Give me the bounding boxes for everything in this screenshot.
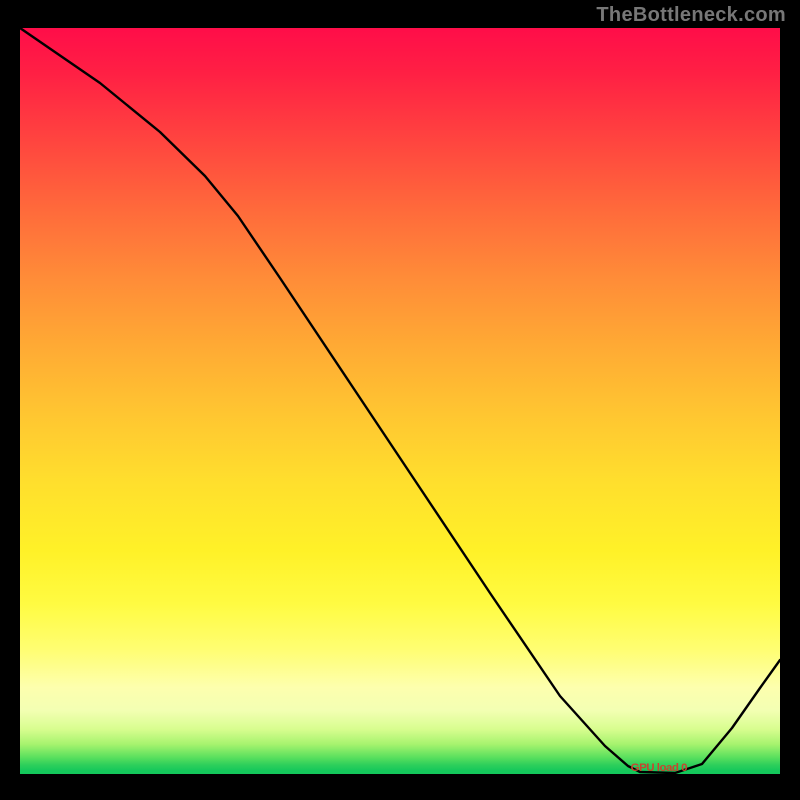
curve-layer [20, 28, 780, 786]
bottleneck-curve [20, 28, 780, 773]
minimum-marker-label: GPU load 0 [631, 762, 687, 774]
chart-stage: TheBottleneck.com GPU load 0 [0, 0, 800, 800]
watermark-text: TheBottleneck.com [596, 4, 786, 27]
plot-area: GPU load 0 [20, 28, 780, 786]
bottom-border-strip [20, 774, 780, 786]
